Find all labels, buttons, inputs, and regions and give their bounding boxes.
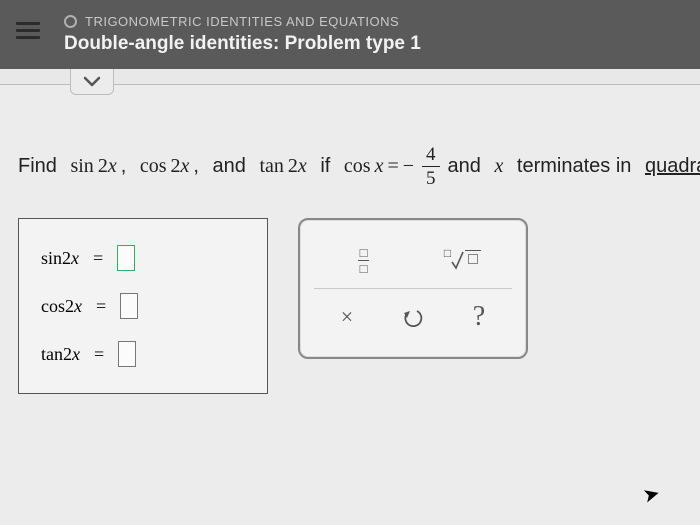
fraction-4-5: 4 5: [422, 145, 440, 188]
tan-fn: tan: [259, 155, 283, 178]
page-title: Double-angle identities: Problem type 1: [64, 33, 684, 55]
root-index-ph: □: [444, 246, 451, 261]
breadcrumb: TRIGONOMETRIC IDENTITIES AND EQUATIONS: [64, 14, 684, 29]
times-icon: ×: [341, 304, 353, 330]
xvar: x: [494, 155, 503, 178]
frac-ph-den: □: [360, 261, 368, 275]
tan-arg: 2x: [288, 155, 307, 178]
help-icon: ?: [473, 301, 485, 333]
row3-eq: =: [94, 344, 104, 365]
status-circle-icon: [64, 15, 77, 28]
frac-ph-num: □: [358, 246, 370, 261]
expand-tab[interactable]: [70, 69, 114, 95]
answer-row-sin: sin2x =: [41, 245, 245, 271]
hamburger-menu-icon[interactable]: [16, 18, 40, 38]
row3-fn: tan: [41, 344, 63, 364]
fraction-tool[interactable]: □ □: [339, 242, 389, 278]
undo-tool[interactable]: [388, 299, 438, 335]
frac-den: 5: [426, 167, 436, 188]
clear-tool[interactable]: ×: [322, 299, 372, 335]
breadcrumb-text: TRIGONOMETRIC IDENTITIES AND EQUATIONS: [85, 14, 399, 29]
quadrant-link[interactable]: quadrant: [645, 155, 700, 178]
row2-fn: cos: [41, 296, 65, 316]
content-area: Find sin 2x , cos 2x , and tan 2x if cos…: [0, 85, 700, 525]
sep1: ,: [121, 155, 127, 178]
help-tool[interactable]: ?: [454, 299, 504, 335]
if: if: [320, 155, 330, 178]
chevron-down-icon: [83, 76, 101, 88]
radicand-ph: [468, 254, 478, 264]
sin-arg: 2x: [98, 155, 117, 178]
terminates: terminates in: [517, 155, 632, 178]
answer-row-cos: cos2x =: [41, 293, 245, 319]
prompt-lead: Find: [18, 155, 57, 178]
cos-fn: cos: [140, 155, 167, 178]
radical-icon: [451, 250, 465, 270]
cos-arg: 2x: [171, 155, 190, 178]
cos2x-input[interactable]: [120, 293, 138, 319]
tool-row-2: × ?: [314, 288, 512, 345]
cosx-x: x: [375, 155, 384, 178]
row1-fn: sin: [41, 248, 62, 268]
answer-box: sin2x = cos2x = tan2x =: [18, 218, 268, 394]
nth-root-tool[interactable]: □: [438, 242, 488, 278]
and2: and: [448, 155, 481, 178]
neg: −: [403, 155, 414, 178]
answer-row-tan: tan2x =: [41, 341, 245, 367]
math-toolbox: □ □ □ ×: [298, 218, 528, 359]
and1: and: [213, 155, 246, 178]
tan2x-input[interactable]: [118, 341, 136, 367]
row1-eq: =: [93, 248, 103, 269]
sep2: ,: [193, 155, 199, 178]
eq: =: [387, 155, 398, 178]
row2-eq: =: [96, 296, 106, 317]
sin-fn: sin: [70, 155, 93, 178]
app-header: TRIGONOMETRIC IDENTITIES AND EQUATIONS D…: [0, 0, 700, 69]
undo-icon: [402, 307, 424, 327]
subheader-bar: [0, 69, 700, 85]
tool-row-1: □ □ □: [314, 232, 512, 288]
cursor-icon: ➤: [640, 480, 663, 508]
work-row: sin2x = cos2x = tan2x = □ □: [18, 218, 682, 394]
problem-prompt: Find sin 2x , cos 2x , and tan 2x if cos…: [18, 145, 682, 188]
frac-num: 4: [422, 145, 440, 167]
sin2x-input[interactable]: [117, 245, 135, 271]
cosx-fn: cos: [344, 155, 371, 178]
